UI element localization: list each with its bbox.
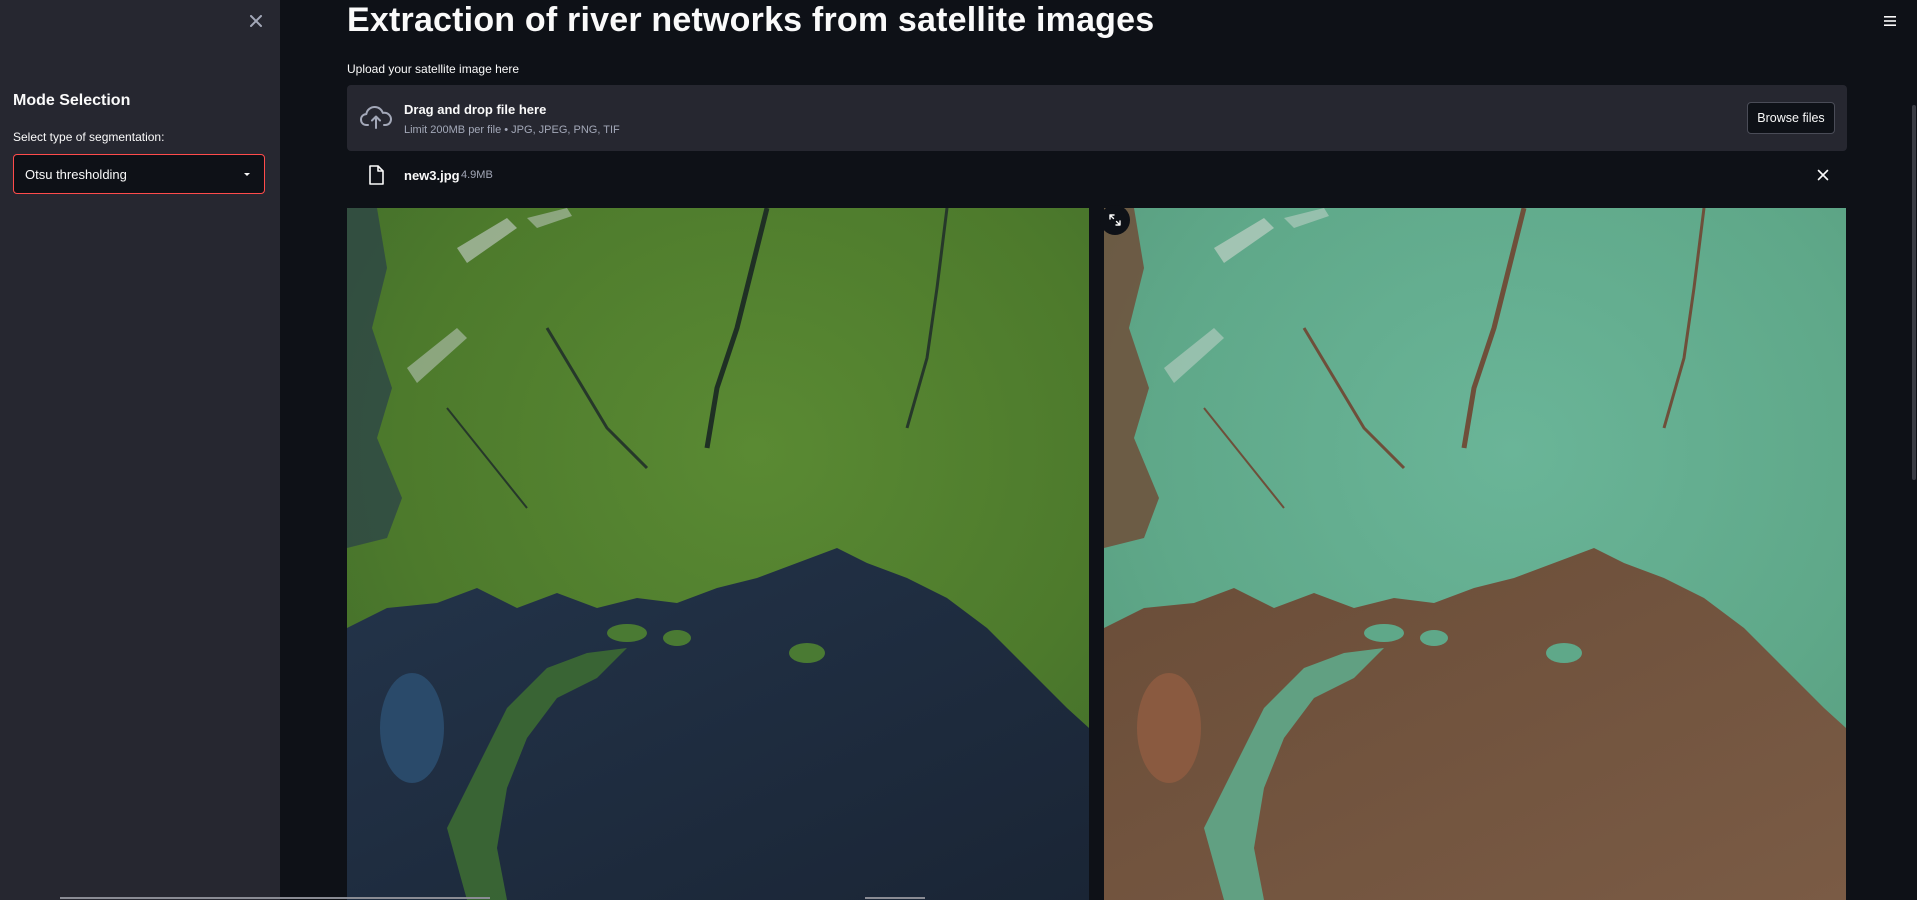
main-menu-button[interactable] bbox=[1881, 12, 1899, 30]
close-icon bbox=[1817, 169, 1829, 181]
segmented-satellite-image bbox=[1104, 208, 1846, 900]
file-name: new3.jpg bbox=[404, 168, 460, 183]
app-root: Mode Selection Select type of segmentati… bbox=[0, 0, 1917, 900]
segmentation-select[interactable]: Otsu thresholding bbox=[13, 154, 265, 194]
browse-files-button[interactable]: Browse files bbox=[1747, 102, 1835, 134]
upload-label: Upload your satellite image here bbox=[347, 62, 520, 76]
fullscreen-icon bbox=[1109, 214, 1121, 226]
sidebar-title: Mode Selection bbox=[13, 92, 131, 109]
sidebar-close-button[interactable] bbox=[246, 10, 266, 32]
dropzone-title: Drag and drop file here bbox=[404, 102, 547, 117]
horizontal-scroll-indicator-2 bbox=[865, 897, 925, 899]
cloud-upload-icon bbox=[360, 106, 392, 129]
segmentation-select-label: Select type of segmentation: bbox=[13, 130, 165, 144]
page-scrollbar[interactable] bbox=[1912, 105, 1916, 480]
file-dropzone[interactable]: Drag and drop file here Limit 200MB per … bbox=[347, 85, 1847, 151]
page-title: Extraction of river networks from satell… bbox=[347, 1, 1155, 39]
caret-down-icon bbox=[244, 173, 250, 176]
sidebar: Mode Selection Select type of segmentati… bbox=[0, 0, 280, 900]
original-satellite-image bbox=[347, 208, 1089, 900]
horizontal-scroll-indicator bbox=[60, 897, 490, 899]
file-icon bbox=[369, 165, 384, 185]
close-icon bbox=[250, 15, 262, 27]
hamburger-icon bbox=[1884, 16, 1896, 26]
file-size: 4.9MB bbox=[461, 169, 493, 181]
segmentation-select-value: Otsu thresholding bbox=[25, 166, 127, 182]
dropzone-limits: Limit 200MB per file • JPG, JPEG, PNG, T… bbox=[404, 124, 620, 136]
remove-file-button[interactable] bbox=[1813, 165, 1833, 185]
fullscreen-button[interactable] bbox=[1100, 205, 1130, 235]
uploaded-file-row: new3.jpg 4.9MB bbox=[347, 158, 1847, 192]
